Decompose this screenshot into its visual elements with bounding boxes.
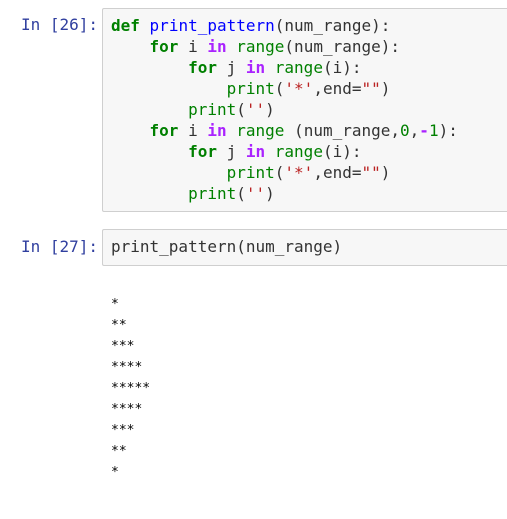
code-line: print('*',end="") [226,79,391,98]
code-editor-27[interactable]: print_pattern(num_range) [103,230,507,257]
code-line: def print_pattern(num_range): [111,16,391,35]
code-cell-26[interactable]: def print_pattern(num_range): for i in r… [102,8,507,212]
code-line: print_pattern(num_range) [111,237,343,256]
code-line: print('') [188,100,275,119]
code-line: print('') [188,184,275,203]
output-line: *** [111,423,135,438]
code-cell-27[interactable]: print_pattern(num_range) [102,229,507,266]
output-line: *** [111,339,135,354]
code-line: for i in range (num_range,0,-1): [149,121,458,140]
code-line: for j in range(i): [188,58,362,77]
code-editor-26[interactable]: def print_pattern(num_range): for i in r… [103,9,507,204]
output-line: * [111,465,119,480]
cell-prompt-26: In [26]: [20,15,98,34]
output-line: ** [111,444,127,459]
code-line: for i in range(num_range): [149,37,401,56]
output-line: **** [111,402,143,417]
cell-prompt-27: In [27]: [20,237,98,256]
code-line: for j in range(i): [188,142,362,161]
output-line: ** [111,318,127,333]
cell-output-27: * ** *** **** ***** **** *** ** * [111,294,150,483]
output-line: ***** [111,381,151,396]
code-line: print('*',end="") [226,163,391,182]
output-line: **** [111,360,143,375]
output-line: * [111,297,119,312]
